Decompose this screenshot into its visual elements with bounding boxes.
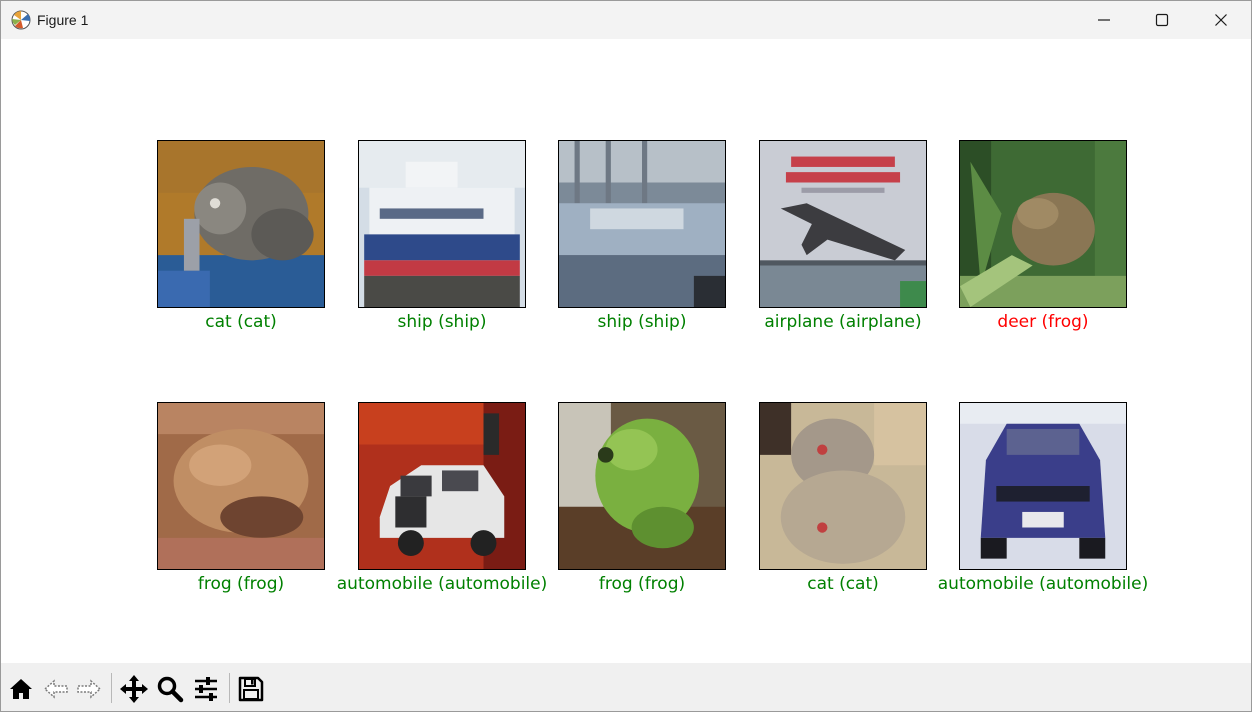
figure-canvas[interactable]: cat (cat) ship (ship) ship (ship) airpla… [1,39,1251,663]
matplotlib-logo-icon [11,10,31,30]
configure-subplots-button[interactable] [190,673,222,705]
zoom-button[interactable] [154,673,186,705]
image-airplane [759,140,927,308]
maximize-button[interactable] [1133,1,1191,39]
maximize-icon [1155,13,1169,27]
minimize-icon [1098,19,1110,21]
caption-image-10: automobile (automobile) [937,574,1149,594]
caption-image-5: deer (frog) [997,312,1089,332]
save-button[interactable] [235,673,267,705]
forward-icon [77,679,102,699]
pan-icon [120,675,148,703]
toolbar-separator [111,673,112,703]
navigation-toolbar [1,663,1251,711]
title-bar[interactable]: Figure 1 [1,1,1251,39]
figure-window: Figure 1 cat (cat) ship (ship) ship (shi… [0,0,1252,712]
home-icon [10,679,32,699]
image-cat [157,140,325,308]
zoom-icon [157,676,184,703]
image-automobile [959,402,1127,570]
image-ship [558,140,726,308]
close-icon [1215,14,1227,26]
back-icon [43,679,68,699]
minimize-button[interactable] [1075,1,1133,39]
window-title: Figure 1 [37,12,89,28]
close-button[interactable] [1192,1,1250,39]
back-button[interactable] [40,673,72,705]
configure-subplots-icon [195,677,217,701]
image-ship [358,140,526,308]
save-icon [238,676,264,702]
home-button[interactable] [5,673,37,705]
image-automobile [358,402,526,570]
pan-button[interactable] [118,673,150,705]
image-cat [759,402,927,570]
image-frog [157,402,325,570]
image-frog [558,402,726,570]
forward-button[interactable] [73,673,105,705]
image-frog [959,140,1127,308]
toolbar-separator [229,673,230,703]
